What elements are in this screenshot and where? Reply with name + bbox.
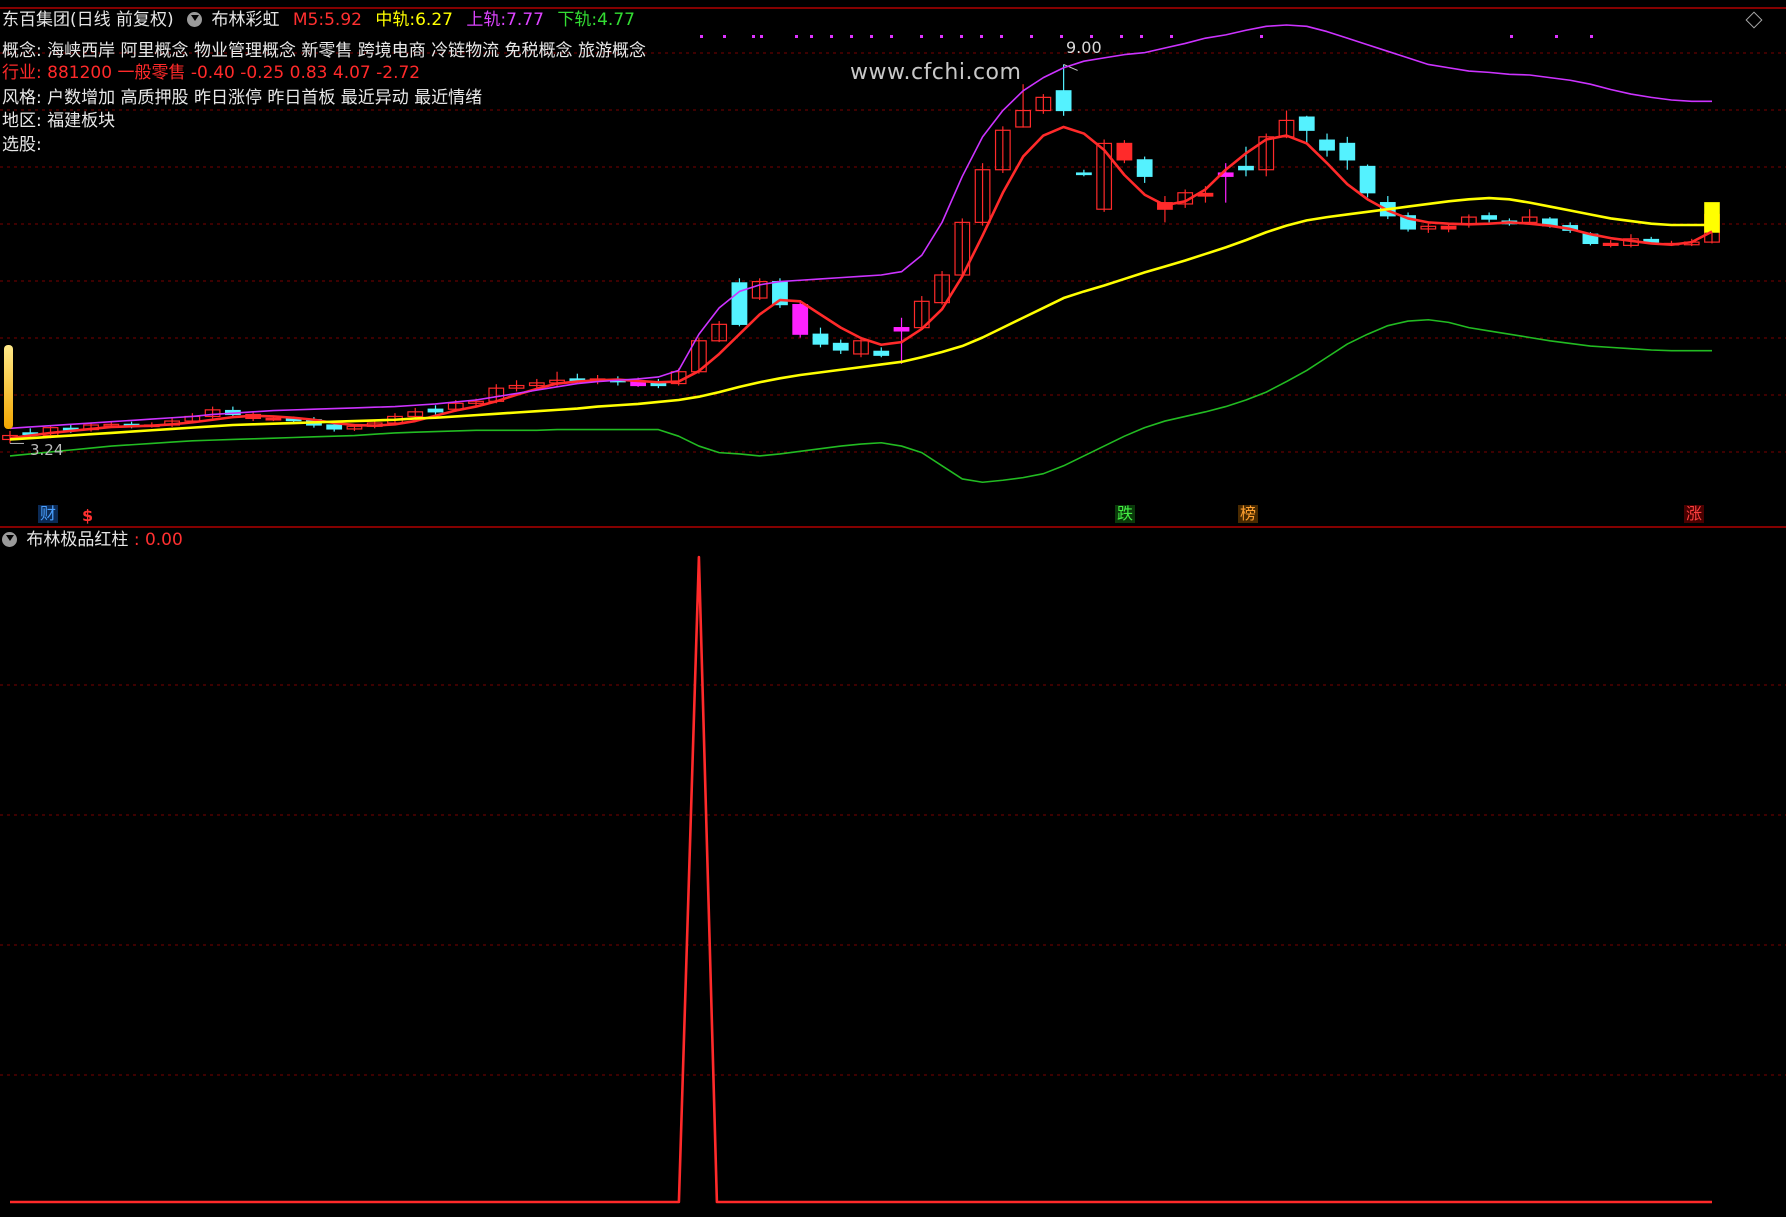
candle-body-last (1704, 202, 1720, 233)
region-row: 地区: 福建板块 (2, 110, 115, 132)
signal-dot (1030, 35, 1033, 38)
sub-indicator-name[interactable]: 布林极品红柱 (26, 530, 128, 550)
signal-dot (890, 35, 893, 38)
signal-dot (752, 35, 755, 38)
candle-body (873, 350, 890, 356)
candle-body (1602, 242, 1619, 246)
signal-dot (810, 35, 813, 38)
industry-value: 881200 一般零售 -0.40 -0.25 0.83 4.07 -2.72 (47, 63, 421, 83)
candle-body (832, 342, 849, 351)
candle-body (1116, 142, 1133, 161)
chart-window: 东百集团(日线 前复权) 布林彩虹 M5:5.92 中轨:6.27 上轨:7.7… (0, 0, 1786, 1217)
badge-cai[interactable]: 财 (38, 505, 59, 523)
region-value: 福建板块 (47, 111, 116, 131)
series-line (9, 196, 1712, 441)
candle-body (1319, 139, 1335, 151)
upper-label: 上轨: (466, 10, 507, 30)
candle-body (326, 424, 343, 430)
candle-body (427, 408, 444, 413)
candle-body (812, 333, 829, 345)
style-row: 风格: 户数增加 高质押股 昨日涨停 昨日首板 最近异动 最近情绪 (2, 87, 482, 109)
candle-body (1481, 215, 1498, 220)
candle-body (1075, 172, 1092, 176)
pick-row: 选股: (2, 134, 42, 156)
badge-zhang[interactable]: 涨 (1684, 505, 1705, 523)
signal-dot (920, 35, 923, 38)
grid-lines (0, 7, 1786, 1076)
candle-body (1359, 165, 1376, 194)
watermark: www.cfchi.com (850, 60, 1022, 85)
signal-dot (1590, 35, 1593, 38)
signal-dot (960, 35, 963, 38)
region-label: 地区: (2, 111, 42, 131)
signal-dot (1170, 35, 1173, 38)
signal-dot (850, 35, 853, 38)
industry-row: 行业: 881200 一般零售 -0.40 -0.25 0.83 4.07 -2… (2, 62, 420, 84)
signal-dot (1060, 35, 1063, 38)
signal-dot (1260, 35, 1263, 38)
mid-label: 中轨: (375, 10, 416, 30)
candle-body (893, 327, 910, 332)
style-value: 户数增加 高质押股 昨日涨停 昨日首板 最近异动 最近情绪 (47, 88, 483, 108)
chart-canvas[interactable] (0, 0, 1786, 1217)
lower-label: 下轨: (557, 10, 598, 30)
candle-body (1055, 90, 1072, 112)
dropdown-circle-icon[interactable] (187, 12, 203, 27)
signal-dot (1555, 35, 1558, 38)
dropdown-circle-icon[interactable] (2, 532, 17, 547)
stock-title[interactable]: 东百集团(日线 前复权) (2, 10, 174, 30)
upper-value: 7.77 (506, 10, 544, 30)
badge-bang[interactable]: 榜 (1238, 505, 1259, 523)
candle-body (792, 304, 809, 335)
indicator-name[interactable]: 布林彩虹 (211, 10, 279, 30)
price-low-label: 3.24 (30, 441, 64, 459)
signal-dot (940, 35, 943, 38)
series-line (9, 125, 1713, 440)
concept-row: 概念: 海峡西岸 阿里概念 物业管理概念 新零售 跨境电商 冷链物流 免税概念 … (2, 40, 646, 62)
m5-value: 5.92 (324, 10, 362, 30)
pick-label: 选股: (2, 135, 42, 155)
signal-dot (700, 35, 703, 38)
badge-dollar[interactable]: $ (82, 507, 93, 525)
sub-indicator-value: : 0.00 (133, 530, 183, 550)
lower-value: 4.77 (597, 10, 635, 30)
signal-dot (830, 35, 833, 38)
signal-dot (795, 35, 798, 38)
candle-body (265, 417, 282, 421)
concept-label: 概念: (2, 41, 42, 61)
candle-body (1440, 225, 1457, 230)
candle-body (1298, 116, 1315, 131)
price-high-label: 9.00 (1066, 38, 1102, 57)
mid-value: 6.27 (415, 10, 453, 30)
signal-dot (723, 35, 726, 38)
industry-label: 行业: (2, 63, 42, 83)
candle-body (1339, 142, 1356, 161)
signal-dot (870, 35, 873, 38)
concept-value: 海峡西岸 阿里概念 物业管理概念 新零售 跨境电商 冷链物流 免税概念 旅游概念 (47, 41, 646, 61)
candle-body (1238, 165, 1254, 171)
signal-dot (1120, 35, 1123, 38)
candle-body (1136, 159, 1153, 177)
scroll-handle[interactable] (4, 345, 13, 429)
sub-panel-plot[interactable] (10, 555, 1712, 1204)
style-label: 风格: (2, 88, 42, 108)
signal-dot (1140, 35, 1143, 38)
signal-dot (980, 35, 983, 38)
candles[interactable] (2, 64, 1720, 444)
signal-dot (1000, 35, 1003, 38)
signal-dot (1510, 35, 1513, 38)
top-dots (700, 35, 1593, 38)
red-pillar-line (10, 555, 1712, 1204)
candle-body (650, 382, 667, 387)
signal-dot (760, 35, 763, 38)
badge-die[interactable]: 跌 (1115, 505, 1136, 523)
m5-label: M5: (292, 10, 325, 30)
